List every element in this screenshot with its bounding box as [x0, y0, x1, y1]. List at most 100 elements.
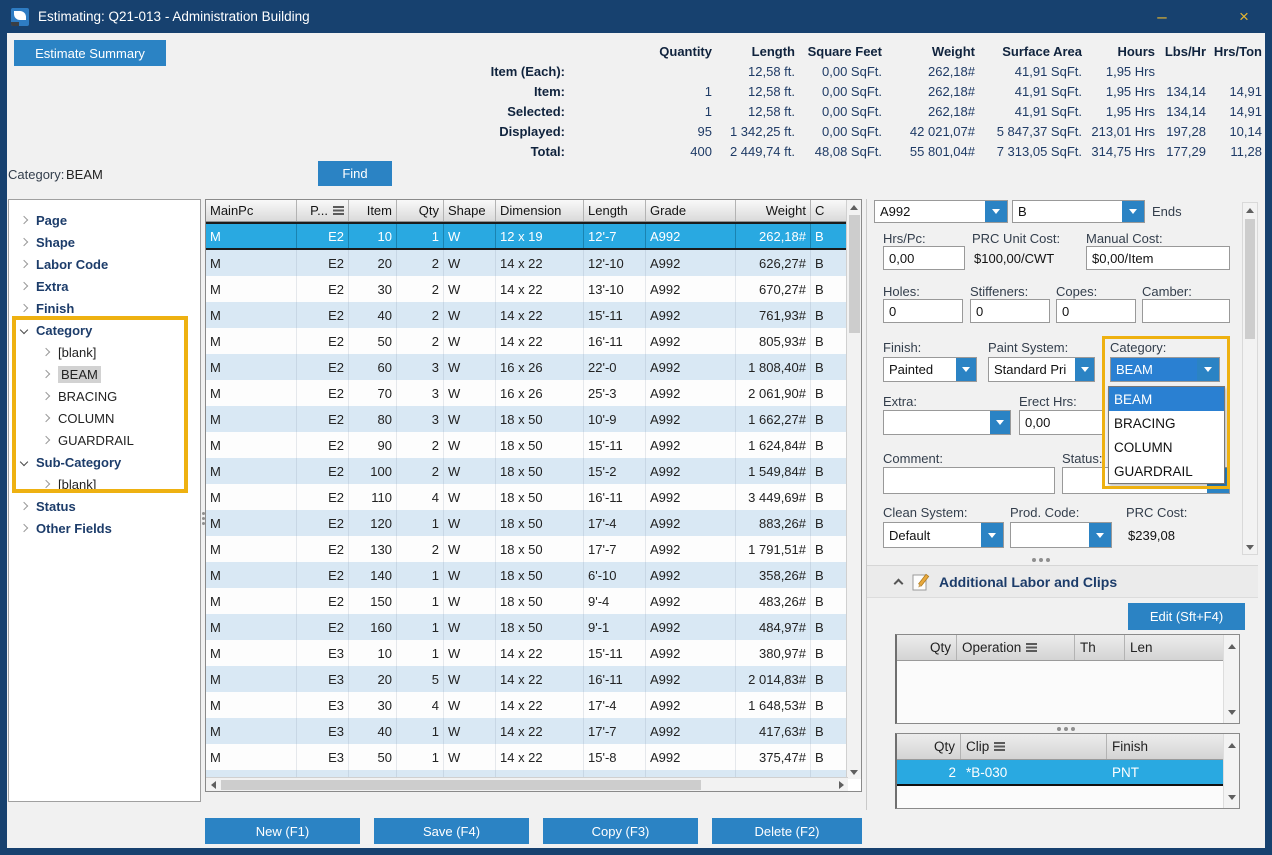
chevron-down-icon[interactable]	[1075, 358, 1094, 381]
grid-cell[interactable]: 15'-11	[584, 640, 646, 666]
chevron-right-icon[interactable]	[20, 260, 28, 268]
grid-cell[interactable]: W	[444, 250, 496, 276]
grid-cell[interactable]: E3	[297, 640, 349, 666]
table-row[interactable]: ME2502W14 x 2216'-11A992805,93#B	[206, 328, 861, 354]
grid-cell[interactable]: 883,26#	[736, 510, 811, 536]
grid-cell[interactable]: W	[444, 354, 496, 380]
grid-cell[interactable]: W	[444, 562, 496, 588]
grid-cell[interactable]: A992	[646, 302, 736, 328]
grid-cell[interactable]: A992	[646, 250, 736, 276]
manual-cost-field[interactable]: $0,00/Item	[1086, 246, 1230, 270]
grid-cell[interactable]: 160	[349, 614, 397, 640]
grid-cell[interactable]: A992	[646, 744, 736, 770]
grade-combobox[interactable]: A992	[874, 200, 1008, 223]
tree-item-page[interactable]: Page	[9, 209, 200, 231]
scrollbar-thumb[interactable]	[1245, 219, 1255, 339]
scrollbar-thumb[interactable]	[221, 780, 701, 790]
grid-cell[interactable]: 14 x 22	[496, 744, 584, 770]
grid-cell[interactable]: M	[206, 666, 297, 692]
grid-cell[interactable]: 262,18#	[736, 224, 811, 248]
grid-cell[interactable]: 16'-11	[584, 484, 646, 510]
grid-cell[interactable]: 1	[397, 614, 444, 640]
save-button[interactable]: Save (F4)	[374, 818, 529, 844]
grid-cell[interactable]: M	[206, 484, 297, 510]
category-combobox[interactable]: BEAM	[1110, 357, 1220, 382]
grid-cell[interactable]: 18 x 50	[496, 588, 584, 614]
grid-cell[interactable]: M	[206, 328, 297, 354]
grid-cell[interactable]: B	[811, 302, 848, 328]
chevron-right-icon[interactable]	[42, 436, 50, 444]
dropdown-option-bracing[interactable]: BRACING	[1109, 411, 1224, 435]
grid-cell[interactable]: 9'-4	[584, 588, 646, 614]
chevron-down-icon[interactable]	[985, 201, 1007, 222]
mini-cell[interactable]: *B-030	[961, 760, 1107, 784]
mini-header-qty[interactable]: Qty	[897, 635, 957, 660]
chevron-down-icon[interactable]	[1122, 201, 1144, 222]
grid-cell[interactable]: E3	[297, 744, 349, 770]
grid-cell[interactable]: 18 x 50	[496, 432, 584, 458]
grid-cell[interactable]: 670,27#	[736, 276, 811, 302]
scroll-down-arrow[interactable]	[1224, 790, 1239, 804]
close-button[interactable]: ×	[1224, 5, 1264, 29]
grid-cell[interactable]: 10	[349, 224, 397, 248]
grid-cell[interactable]: A992	[646, 458, 736, 484]
grid-cell[interactable]: A992	[646, 536, 736, 562]
grid-cell[interactable]: 90	[349, 432, 397, 458]
table-row[interactable]: ME3501W14 x 2215'-8A992375,47#B	[206, 744, 861, 770]
grid-cell[interactable]: 110	[349, 484, 397, 510]
grid-cell[interactable]: B	[811, 536, 848, 562]
scroll-up-arrow[interactable]	[1243, 203, 1257, 217]
grid-cell[interactable]: 375,47#	[736, 744, 811, 770]
scroll-down-arrow[interactable]	[847, 765, 861, 779]
scrollbar-thumb[interactable]	[849, 215, 860, 333]
table-row[interactable]: ME21601W18 x 509'-1A992484,97#B	[206, 614, 861, 640]
grid-cell[interactable]: 16'-11	[584, 328, 646, 354]
chevron-right-icon[interactable]	[42, 414, 50, 422]
grid-cell[interactable]: 1	[397, 588, 444, 614]
grid-cell[interactable]: M	[206, 614, 297, 640]
grid-cell[interactable]: 18 x 50	[496, 484, 584, 510]
tree-item-finish[interactable]: Finish	[9, 297, 200, 319]
grid-cell[interactable]: 2	[397, 432, 444, 458]
grid-cell[interactable]: M	[206, 224, 297, 248]
grid-cell[interactable]: W	[444, 744, 496, 770]
grid-cell[interactable]: W	[444, 692, 496, 718]
tree-item--blank-[interactable]: [blank]	[9, 473, 200, 495]
clean-system-combobox[interactable]: Default	[883, 522, 1004, 548]
grid-cell[interactable]: M	[206, 432, 297, 458]
holes-field[interactable]: 0	[883, 299, 963, 323]
grid-cell[interactable]: 50	[349, 744, 397, 770]
grid-cell[interactable]: A992	[646, 666, 736, 692]
grid-header-grade[interactable]: Grade	[646, 200, 736, 221]
grid-cell[interactable]: 25'-3	[584, 380, 646, 406]
grid-cell[interactable]: 14 x 22	[496, 276, 584, 302]
grid-cell[interactable]: M	[206, 380, 297, 406]
erect-hrs-field[interactable]: 0,00	[1019, 410, 1103, 435]
grid-cell[interactable]: E2	[297, 224, 349, 248]
grid-cell[interactable]: M	[206, 718, 297, 744]
grid-cell[interactable]: W	[444, 458, 496, 484]
grid-cell[interactable]: 14 x 22	[496, 328, 584, 354]
grid-cell[interactable]: W	[444, 484, 496, 510]
tree-item-column[interactable]: COLUMN	[9, 407, 200, 429]
chevron-down-icon[interactable]	[20, 326, 28, 334]
grid-cell[interactable]: B	[811, 718, 848, 744]
table-row[interactable]: ME2101W12 x 1912'-7A992262,18#B	[206, 222, 861, 250]
grid-cell[interactable]: M	[206, 302, 297, 328]
grid-cell[interactable]: E2	[297, 562, 349, 588]
find-button[interactable]: Find	[318, 161, 392, 186]
grid-cell[interactable]: W	[444, 510, 496, 536]
grid-cell[interactable]: 20	[349, 250, 397, 276]
grid-cell[interactable]: M	[206, 406, 297, 432]
grid-cell[interactable]: 5	[397, 666, 444, 692]
grid-cell[interactable]: 2	[397, 250, 444, 276]
grid-cell[interactable]: A992	[646, 614, 736, 640]
grid-header-mainpc[interactable]: MainPc	[206, 200, 297, 221]
paint-system-combobox[interactable]: Standard Pri	[988, 357, 1095, 382]
scroll-right-arrow[interactable]	[834, 778, 848, 792]
scroll-up-arrow[interactable]	[1224, 639, 1239, 653]
detail-scrollbar[interactable]	[1242, 202, 1258, 555]
grid-cell[interactable]: 4	[397, 484, 444, 510]
grid-cell[interactable]: M	[206, 640, 297, 666]
grid-cell[interactable]: 380,97#	[736, 640, 811, 666]
